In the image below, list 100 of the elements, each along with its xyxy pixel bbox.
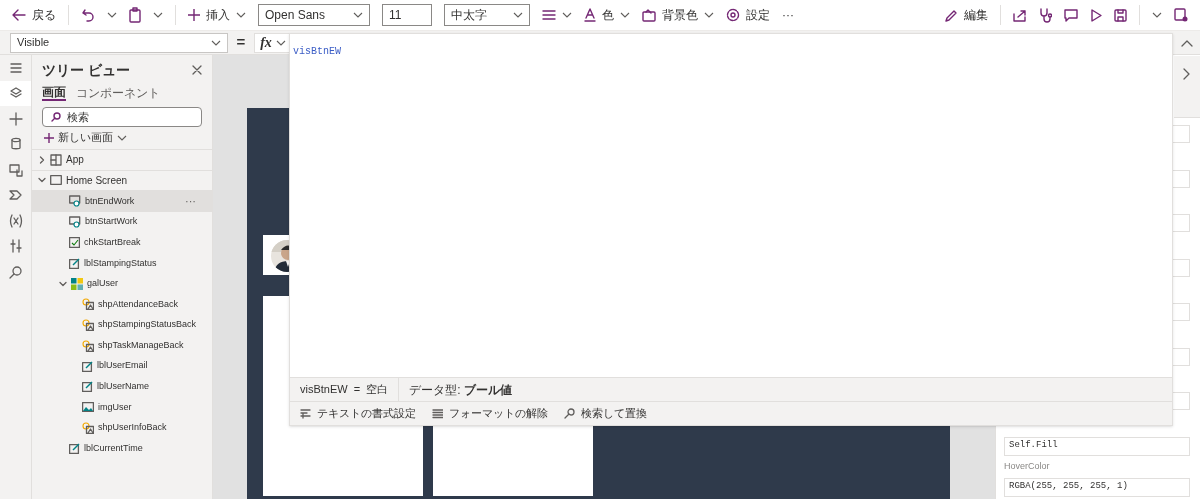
property-field[interactable]: RGBA(255, 255, 255, 1) <box>1004 477 1190 497</box>
chevron-down-icon <box>704 10 714 20</box>
chevron-right-icon <box>38 155 46 164</box>
search-icon <box>564 408 575 419</box>
chevron-right-icon <box>1183 68 1191 80</box>
share-icon <box>1013 8 1027 22</box>
tab[interactable]: コンポーネント <box>76 85 160 101</box>
stethoscope-icon <box>1039 7 1052 23</box>
chevron-down-icon <box>38 176 46 185</box>
label-control-icon <box>82 360 93 372</box>
close-icon <box>192 65 202 75</box>
pencil-icon <box>945 8 958 22</box>
chevron-down-icon <box>153 10 163 20</box>
app-icon <box>50 153 62 166</box>
tree-item[interactable]: shpAttendanceBack <box>32 294 212 315</box>
settings-button[interactable]: 設定 <box>726 6 770 24</box>
play-button[interactable] <box>1090 8 1102 22</box>
font-dropdown[interactable]: Open Sans <box>258 4 370 26</box>
label-control-icon <box>69 443 80 455</box>
clipboard-icon <box>129 7 141 23</box>
close-button[interactable] <box>192 65 202 75</box>
chevron-down-icon <box>236 10 246 20</box>
arrow-left-icon <box>12 9 26 21</box>
align-icon <box>542 9 556 21</box>
tree-item[interactable]: shpStampingStatusBack <box>32 314 212 336</box>
chevron-down-icon <box>1152 10 1162 20</box>
property-field[interactable]: Self.Fill <box>1004 436 1190 456</box>
button-control-icon <box>69 195 81 208</box>
tree-item[interactable]: imgUser <box>32 397 212 418</box>
property-label: HoverColor <box>1004 459 1051 473</box>
chevron-down-icon <box>107 10 117 20</box>
variable-value: 空白 <box>366 382 389 398</box>
fill-button[interactable]: 背景色 <box>642 6 714 24</box>
undo-menu-button[interactable] <box>107 10 117 20</box>
formula-editor[interactable]: visBtnEW visBtnEW = 空白 データ型: ブール値 テキストの書式設定 フォーマットの解除 検索して置換 <box>289 33 1173 426</box>
format-text-icon <box>300 408 311 419</box>
screen-icon <box>50 175 62 186</box>
checker-button[interactable] <box>1039 7 1052 23</box>
text-color-icon <box>584 8 596 22</box>
tab[interactable]: 画面 <box>42 85 66 101</box>
property-dropdown[interactable]: Visible <box>10 32 228 53</box>
toolbar-button[interactable]: フォーマットの解除 <box>432 405 548 422</box>
paste-button[interactable] <box>129 7 141 23</box>
comments-button[interactable] <box>1064 8 1078 22</box>
back-button[interactable]: 戻る <box>12 6 56 24</box>
chevron-down-icon <box>353 10 363 20</box>
tree-item[interactable]: shpUserInfoBack <box>32 417 212 439</box>
font-weight-dropdown[interactable]: 中太字 <box>444 4 530 26</box>
tree-item[interactable]: lblCurrentTime <box>32 438 212 459</box>
label-control-icon <box>82 381 93 393</box>
insert-button[interactable]: 挿入 <box>188 6 246 24</box>
function-button[interactable]: fx <box>254 32 292 53</box>
shape-control-icon <box>82 298 94 311</box>
plus-icon <box>188 9 200 21</box>
tree-item[interactable]: btnEndWork ··· <box>32 191 212 212</box>
shape-control-icon <box>82 319 94 332</box>
tree-item[interactable]: chkStartBreak <box>32 232 212 253</box>
chevron-down-icon <box>620 10 630 20</box>
tree-item[interactable]: lblUserName <box>32 376 212 398</box>
more-button[interactable]: ··· <box>782 6 794 24</box>
tree-item[interactable]: lblStampingStatus <box>32 252 212 274</box>
save-icon <box>1114 8 1127 22</box>
save-menu-button[interactable] <box>1152 10 1162 20</box>
chevron-down-icon <box>562 10 572 20</box>
more-button[interactable]: ··· <box>185 193 196 210</box>
tree-item[interactable]: shpTaskManageBack <box>32 335 212 356</box>
database-icon <box>8 137 23 152</box>
save-button[interactable] <box>1114 8 1127 22</box>
undo-button[interactable] <box>81 8 95 22</box>
gallery-icon <box>71 277 83 290</box>
shape-control-icon <box>82 422 94 434</box>
align-button[interactable] <box>542 9 572 21</box>
chevron-down-icon <box>513 10 523 20</box>
tree-item[interactable]: galUser <box>32 273 212 295</box>
toolbar-button[interactable]: テキストの書式設定 <box>300 405 416 422</box>
tree-item[interactable]: App <box>32 150 212 171</box>
publish-button[interactable] <box>1174 8 1188 22</box>
image-control-icon <box>82 402 94 413</box>
font-size-field[interactable]: 11 <box>382 4 432 26</box>
edit-button[interactable]: 編集 <box>945 6 988 24</box>
color-button[interactable]: 色 <box>584 6 630 24</box>
chevron-down-icon <box>59 279 67 288</box>
rail-button[interactable] <box>0 80 31 106</box>
new-screen-button[interactable]: 新しい画面 <box>44 130 212 145</box>
undo-icon <box>81 8 95 22</box>
variable-icon <box>8 213 23 228</box>
tree-item[interactable]: lblUserEmail <box>32 355 212 377</box>
plus-icon <box>8 111 23 126</box>
formula-text: visBtnEW <box>293 46 341 57</box>
button-control-icon <box>69 216 81 229</box>
equals-sign: = <box>353 382 361 398</box>
share-button[interactable] <box>1013 8 1027 22</box>
comment-icon <box>1064 8 1078 22</box>
tree-item[interactable]: btnStartWork <box>32 211 212 233</box>
shape-control-icon <box>82 339 94 352</box>
search-input[interactable]: 検索 <box>67 108 197 126</box>
search-field[interactable]: 検索 <box>42 107 202 127</box>
search-icon <box>8 264 23 279</box>
toolbar-button[interactable]: 検索して置換 <box>564 405 647 422</box>
paste-menu-button[interactable] <box>153 10 163 20</box>
